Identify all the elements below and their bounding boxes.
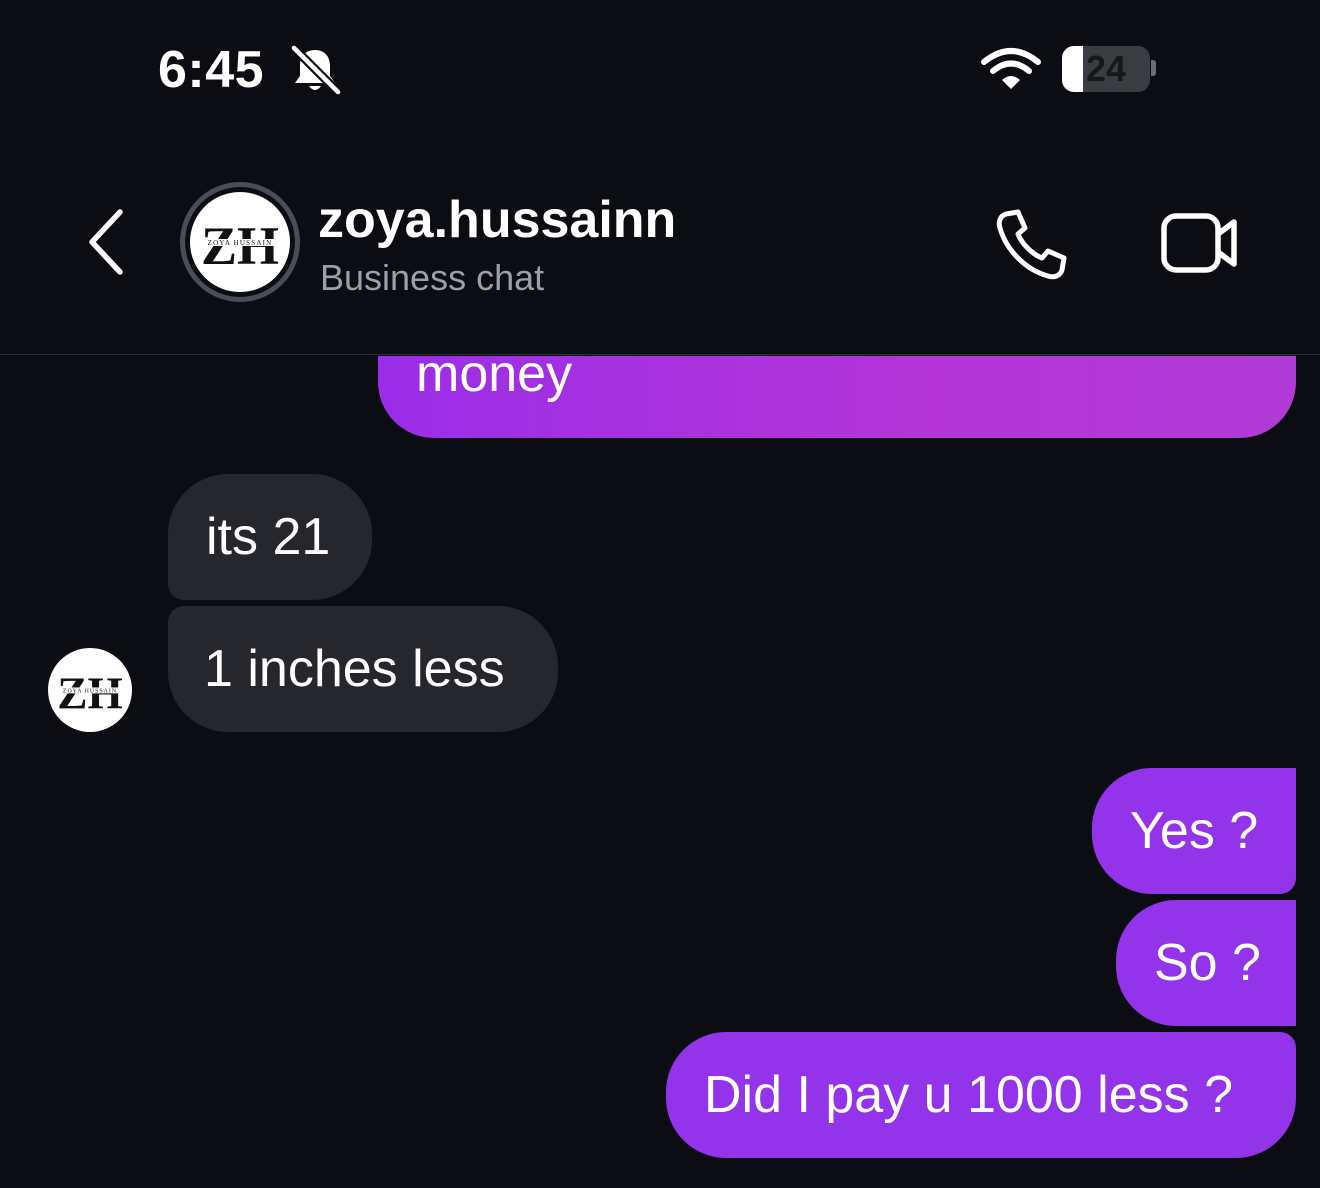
message-text: So ?: [1154, 934, 1261, 992]
message-outgoing[interactable]: money: [378, 356, 1296, 438]
message-text: its 21: [206, 508, 331, 566]
sender-avatar[interactable]: ZH ZOYA HUSSAIN: [48, 648, 132, 732]
contact-subtitle: Business chat: [320, 257, 545, 298]
message-text: 1 inches less: [204, 640, 505, 698]
bell-slash-icon: [289, 44, 343, 96]
message-text: Did I pay u 1000 less ?: [704, 1066, 1233, 1124]
message-text: money: [416, 356, 573, 403]
chat-header: ZH ZOYA HUSSAIN zoya.hussainn Business c…: [0, 150, 1320, 355]
message-incoming[interactable]: its 21: [168, 474, 372, 600]
back-chevron-icon[interactable]: [82, 206, 132, 278]
zh-logo-icon: ZH ZOYA HUSSAIN: [56, 668, 124, 718]
message-text: Yes ?: [1130, 802, 1259, 860]
wifi-icon: [981, 48, 1041, 89]
message-outgoing[interactable]: Yes ?: [1092, 768, 1296, 894]
message-thread: money its 21 1 inches less ZH ZOYA HUSSA…: [0, 356, 1320, 1188]
contact-name[interactable]: zoya.hussainn: [318, 190, 676, 250]
zh-logo-icon: ZH ZOYA HUSSAIN: [200, 216, 280, 276]
message-incoming[interactable]: 1 inches less: [168, 606, 558, 732]
battery-nub: [1151, 60, 1156, 76]
header-avatar[interactable]: ZH ZOYA HUSSAIN: [180, 182, 300, 302]
svg-text:ZOYA HUSSAIN: ZOYA HUSSAIN: [208, 239, 273, 247]
battery-icon: 24: [1062, 46, 1150, 92]
svg-text:ZOYA HUSSAIN: ZOYA HUSSAIN: [63, 689, 117, 695]
status-time: 6:45: [158, 41, 265, 99]
message-outgoing[interactable]: So ?: [1116, 900, 1296, 1026]
video-camera-icon[interactable]: [1160, 210, 1240, 276]
phone-icon[interactable]: [994, 206, 1070, 282]
battery-level: 24: [1085, 48, 1127, 89]
message-outgoing[interactable]: Did I pay u 1000 less ?: [666, 1032, 1296, 1158]
